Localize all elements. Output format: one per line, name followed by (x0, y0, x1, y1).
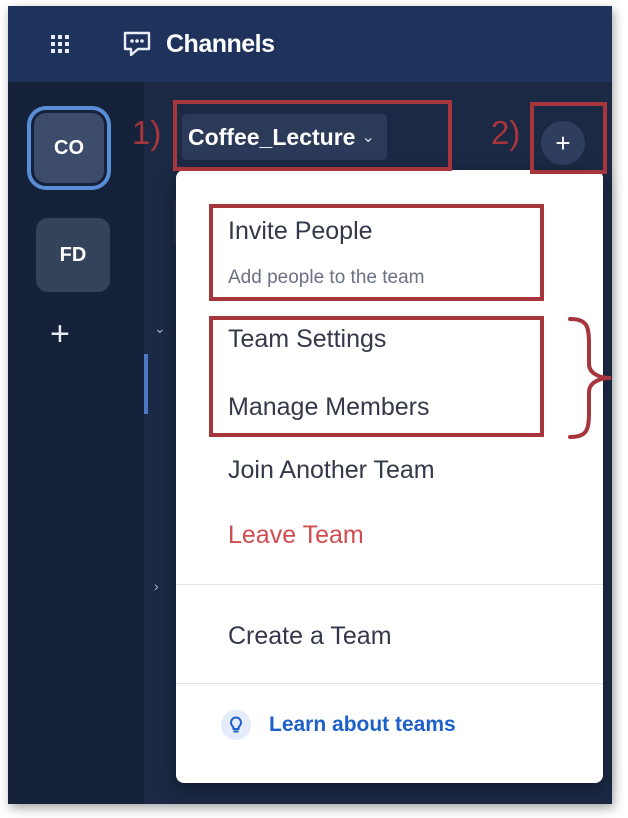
annotation-label-1: 1) (132, 114, 162, 151)
menu-divider (176, 683, 603, 684)
team-tile-co[interactable]: CO (34, 113, 104, 183)
top-bar: Channels (8, 6, 612, 82)
app-grid-icon[interactable] (51, 35, 69, 53)
learn-about-teams-link[interactable]: Learn about teams (221, 710, 456, 740)
app-title: Channels (166, 30, 275, 58)
chat-bubble-icon (123, 31, 151, 57)
annotation-brace-icon (568, 317, 612, 439)
annotation-box-settings-members (209, 316, 544, 437)
annotation-box-plus-button (530, 102, 607, 174)
section-chevron-right-icon[interactable]: › (154, 578, 159, 594)
menu-item-join-team[interactable]: Join Another Team (228, 455, 435, 485)
annotation-box-team-name (173, 100, 452, 171)
annotation-label-2: 2) (491, 114, 521, 151)
menu-item-leave-team[interactable]: Leave Team (228, 520, 364, 550)
annotation-box-invite-people (209, 204, 544, 301)
section-chevron-icon[interactable]: ⌄ (154, 320, 166, 337)
menu-item-create-team[interactable]: Create a Team (228, 621, 392, 651)
learn-about-teams-label: Learn about teams (269, 713, 456, 736)
team-sidebar: CO FD + (8, 82, 144, 804)
team-tile-fd[interactable]: FD (36, 218, 110, 292)
add-team-button[interactable]: + (50, 316, 70, 352)
active-channel-indicator (144, 354, 148, 414)
lightbulb-icon (221, 710, 251, 740)
menu-divider (176, 584, 603, 585)
